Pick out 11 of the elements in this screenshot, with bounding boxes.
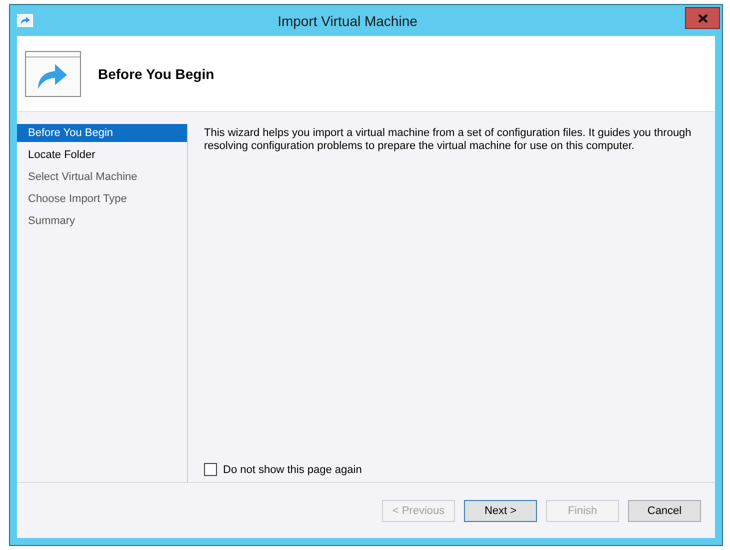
description-text: This wizard helps you import a virtual machine from a set of configuration files. It guides you through resolving configuration problems to prepare the virtual machine for use on this computer. (204, 127, 692, 154)
checkbox[interactable] (204, 463, 217, 476)
checkbox-label: Do not show this page again (223, 464, 362, 476)
wizard-button[interactable]: Next > (464, 500, 537, 522)
close-button[interactable] (685, 7, 720, 29)
window-title: Import Virtual Machine (278, 12, 418, 28)
close-icon (698, 14, 708, 22)
wizard-step[interactable]: Locate Folder (17, 146, 187, 164)
wizard-step[interactable]: Before You Begin (17, 124, 187, 142)
wizard-button[interactable]: Cancel (628, 500, 701, 522)
page-heading: Before You Begin (98, 66, 214, 82)
